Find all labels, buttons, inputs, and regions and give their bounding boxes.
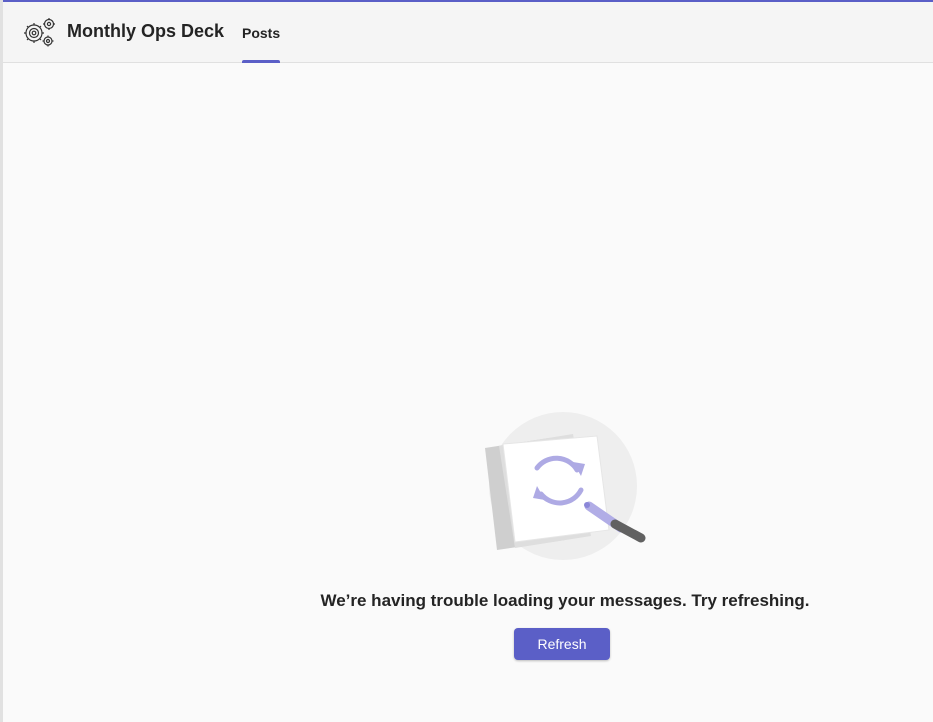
refresh-notepad-illustration — [485, 412, 646, 560]
refresh-button[interactable]: Refresh — [514, 628, 610, 660]
tab-label: Posts — [242, 25, 281, 41]
active-tab-indicator — [242, 60, 281, 63]
error-message: We’re having trouble loading your messag… — [320, 591, 810, 610]
tab-posts[interactable]: Posts — [242, 2, 281, 63]
channel-header: Monthly Ops Deck Posts — [3, 2, 933, 63]
gears-icon — [24, 18, 55, 47]
app-frame: Monthly Ops Deck Posts We’re having trou… — [0, 0, 933, 722]
team-title: Monthly Ops Deck — [67, 21, 225, 41]
